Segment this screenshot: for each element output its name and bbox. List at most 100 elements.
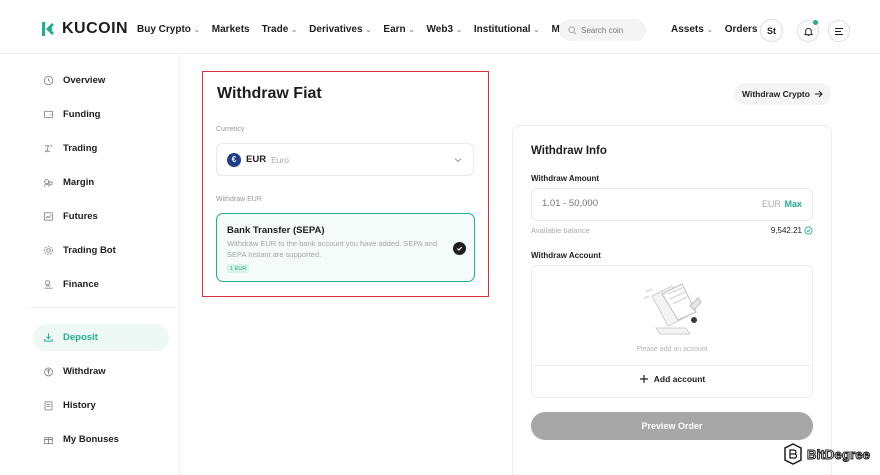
search-box[interactable] (559, 19, 646, 41)
nav-earn[interactable]: Earn ⌄ (383, 24, 414, 35)
arrow-right-icon (814, 90, 823, 98)
sidebar-item-margin[interactable]: Margin (33, 169, 169, 196)
check-icon (453, 242, 466, 255)
nav-label: Assets (671, 24, 704, 35)
amount-input[interactable] (542, 198, 692, 209)
kucoin-logo-icon (42, 22, 54, 36)
bell-icon (803, 27, 813, 36)
withdraw-account-label: Withdraw Account (531, 251, 601, 260)
currency-select[interactable]: € EUR Euro (216, 143, 474, 176)
chart-icon (43, 212, 54, 221)
plus-icon (639, 375, 648, 383)
nav-label: Orders (724, 24, 758, 35)
nav-markets[interactable]: Markets (212, 24, 250, 35)
nav-assets[interactable]: Assets ⌄ (671, 24, 713, 35)
avatar[interactable]: St (760, 19, 783, 42)
chevron-down-icon (454, 158, 462, 163)
method-title: Bank Transfer (SEPA) (227, 225, 325, 236)
chevron-down-icon: ⌄ (533, 26, 540, 34)
currency-name: Euro (271, 154, 290, 165)
notification-button[interactable] (797, 20, 819, 42)
nav-label: Markets (211, 24, 250, 35)
sidebar-item-history[interactable]: History (33, 392, 169, 419)
currency-label: Currency (216, 126, 245, 133)
sidebar-item-label: Funding (63, 109, 101, 120)
gear-icon (44, 246, 53, 255)
finance-icon (44, 280, 53, 289)
kucoin-logo-text: KUCOIN (62, 20, 129, 37)
available-balance-value: 9,542.21 (770, 226, 802, 235)
gift-icon (44, 437, 53, 445)
nav-label: Trade (261, 24, 289, 35)
sidebar-item-label: Withdraw (63, 366, 106, 377)
sidebar-divider (26, 307, 176, 308)
menu-icon (835, 27, 843, 35)
nav-label: Institutional (473, 24, 531, 35)
sidebar-item-trading-bot[interactable]: Trading Bot (33, 237, 169, 264)
bitdegree-text: BitDegree (806, 446, 871, 462)
currency-code: EUR (246, 154, 267, 165)
clipboard-icon (44, 401, 53, 411)
download-icon (44, 333, 53, 342)
top-navigation-bar: KUCOIN Buy Crypto ⌄ Markets Trade ⌄ Deriva… (0, 0, 880, 54)
sidebar-item-label: Finance (63, 279, 99, 290)
upload-icon (44, 367, 53, 377)
account-divider (532, 365, 812, 366)
max-button[interactable]: Max (784, 199, 802, 209)
sidebar-item-label: My Bonuses (63, 434, 119, 445)
kucoin-logo[interactable]: KUCOIN (40, 20, 128, 38)
sidebar-item-my-bonuses[interactable]: My Bonuses (33, 426, 169, 453)
nav-trade[interactable]: Trade ⌄ (262, 24, 298, 35)
sidebar-item-label: Futures (63, 211, 98, 222)
sidebar-item-label: Trading Bot (63, 245, 116, 256)
sidebar-item-overview[interactable]: Overview (33, 67, 169, 94)
add-account-label: Add account (653, 374, 706, 384)
chevron-down-icon: ⌄ (291, 26, 298, 34)
sidebar-item-label: Overview (63, 75, 106, 86)
chevron-down-icon: ⌄ (456, 26, 462, 34)
nav-label: Web3 (426, 24, 454, 35)
nav-derivatives[interactable]: Derivatives ⌄ (309, 24, 371, 35)
main-nav: Buy Crypto ⌄ Markets Trade ⌄ Derivatives ⌄ … (137, 24, 596, 35)
search-input[interactable] (581, 25, 641, 35)
nav-institutional[interactable]: Institutional ⌄ (474, 24, 540, 35)
button-label: Withdraw Crypto (742, 89, 810, 99)
coins-icon (44, 144, 53, 153)
notification-dot (813, 20, 818, 25)
sidebar: Overview Funding Trading Margin Futures … (0, 55, 180, 475)
chevron-down-icon: ⌄ (365, 26, 372, 34)
empty-document-icon (643, 283, 702, 335)
sidebar-item-withdraw[interactable]: Withdraw (33, 358, 169, 385)
chevron-down-icon: ⌄ (193, 26, 200, 34)
amount-field[interactable]: EUR Max (531, 188, 813, 221)
sidebar-item-futures[interactable]: Futures (33, 203, 169, 230)
clock-icon (43, 75, 54, 86)
bank-transfer-option[interactable]: Bank Transfer (SEPA) Withdraw EUR to the… (216, 213, 475, 282)
nav-web3[interactable]: Web3 ⌄ (427, 24, 462, 35)
nav-buy-crypto[interactable]: Buy Crypto ⌄ (137, 24, 200, 35)
page-title: Withdraw Fiat (217, 85, 322, 102)
wallet-icon (43, 110, 54, 119)
withdraw-account-box: Please add an account Add account (531, 265, 813, 398)
nav-label: Buy Crypto (137, 24, 191, 35)
withdraw-crypto-button[interactable]: Withdraw Crypto (734, 83, 831, 105)
withdraw-amount-label: Withdraw Amount (531, 174, 600, 183)
sidebar-item-trading[interactable]: Trading (33, 135, 169, 162)
empty-account-text: Please add an account (636, 346, 708, 353)
bitdegree-logo-icon (784, 443, 802, 465)
preview-order-button[interactable]: Preview Order (531, 412, 813, 440)
chevron-down-icon: ⌄ (706, 26, 713, 34)
sidebar-item-label: Deposit (63, 332, 98, 343)
method-description: Withdraw EUR to the bank account you hav… (227, 239, 437, 259)
sidebar-item-label: Trading (63, 143, 98, 154)
sidebar-item-funding[interactable]: Funding (33, 101, 169, 128)
euro-coin-icon: € (227, 152, 241, 167)
chevron-down-icon: ⌄ (408, 26, 415, 34)
search-icon (568, 25, 577, 34)
refresh-icon[interactable] (804, 226, 813, 235)
fee-badge: 1 EUR (227, 264, 250, 273)
sidebar-item-deposit[interactable]: Deposit (33, 324, 169, 351)
sidebar-item-finance[interactable]: Finance (33, 271, 169, 298)
add-account-button[interactable]: Add account (532, 374, 812, 384)
menu-button[interactable] (828, 20, 850, 42)
